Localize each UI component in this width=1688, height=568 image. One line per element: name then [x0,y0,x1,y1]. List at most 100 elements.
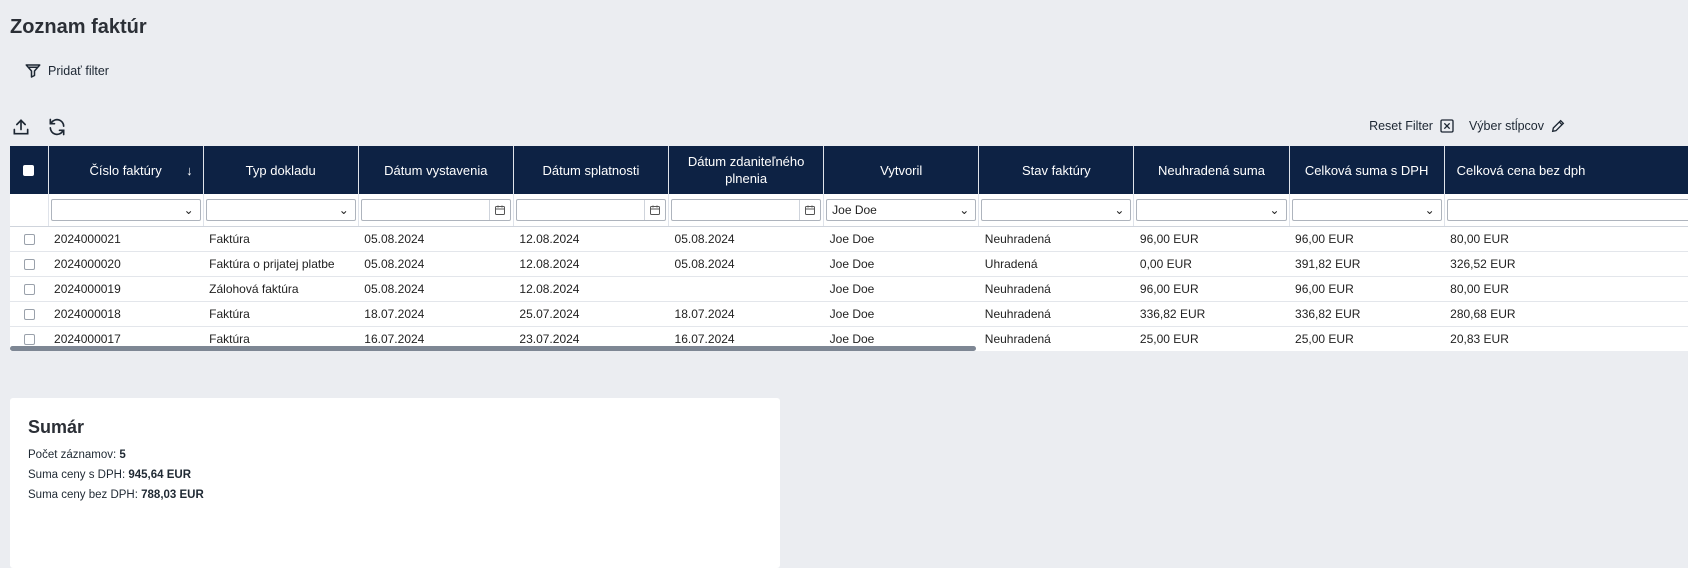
summary-total-with-vat: Suma ceny s DPH: 945,64 EUR [28,469,192,481]
cell-total-without-vat: 280,68 EUR [1444,301,1688,327]
column-header-unpaid-amount[interactable]: Neuhradená suma [1133,146,1290,194]
cell-due-date: 25.07.2024 [513,301,669,327]
cell-document-type: Faktúra [203,301,359,327]
cell-status: Neuhradená [978,276,1134,302]
row-checkbox[interactable] [23,258,35,270]
filter-document-type[interactable]: ⌄ [205,199,356,221]
cell-total-without-vat: 20,83 EUR [1444,326,1688,351]
cell-unpaid-amount: 336,82 EUR [1133,301,1290,327]
cell-issue-date: 18.07.2024 [358,301,514,327]
cell-total-without-vat: 80,00 EUR [1444,226,1688,252]
page-title: Zoznam faktúr [10,16,147,38]
upload-icon [13,119,29,135]
cell-due-date: 12.08.2024 [513,276,669,302]
cell-created-by: Joe Doe [823,226,979,252]
column-header-issue-date[interactable]: Dátum vystavenia [358,146,514,194]
column-header-status[interactable]: Stav faktúry [978,146,1135,194]
cell-document-type: Faktúra [203,226,359,252]
cell-status: Uhradená [978,251,1134,277]
filter-total-with-vat[interactable]: ⌄ [1291,199,1442,221]
chevron-down-icon: ⌄ [959,203,970,217]
chevron-down-icon: ⌄ [1114,203,1125,217]
filter-total-without-vat[interactable] [1446,199,1688,221]
cell-total-with-vat: 336,82 EUR [1289,301,1445,327]
cell-invoice-number: 2024000021 [48,226,204,252]
cell-taxable-date: 05.08.2024 [668,226,824,252]
filter-created-by[interactable]: Joe Doe ⌄ [826,199,977,221]
cell-total-with-vat: 25,00 EUR [1289,326,1445,351]
column-header-document-type[interactable]: Typ dokladu [203,146,359,194]
select-all-checkbox[interactable] [23,164,35,176]
cell-invoice-number: 2024000019 [48,276,204,302]
horizontal-scrollbar[interactable] [10,346,976,351]
cell-invoice-number: 2024000018 [48,301,204,327]
cell-unpaid-amount: 96,00 EUR [1133,276,1290,302]
filter-status[interactable]: ⌄ [981,199,1132,221]
cell-created-by: Joe Doe [823,251,979,277]
column-header-created-by[interactable]: Vytvoril [823,146,980,194]
summary-total-without-vat: Suma ceny bez DPH: 788,03 EUR [28,489,204,501]
column-select-button[interactable]: Výber stĺpcov [1469,118,1566,134]
cell-status: Neuhradená [978,326,1134,351]
cell-taxable-date [668,276,824,302]
filter-taxable-date[interactable] [671,199,822,221]
cell-document-type: Zálohová faktúra [203,276,359,302]
sort-down-icon[interactable]: ↓ [186,162,193,179]
filter-icon [25,64,41,78]
table-row[interactable]: 2024000019 Zálohová faktúra 05.08.2024 1… [10,276,1688,302]
summary-count: Počet záznamov: 5 [28,449,126,461]
invoice-grid: Číslo faktúry ↓ Typ dokladu Dátum vystave… [10,146,1688,351]
cell-due-date: 12.08.2024 [513,251,669,277]
chevron-down-icon: ⌄ [1269,203,1280,217]
pencil-icon [1551,119,1565,133]
filter-unpaid-amount[interactable]: ⌄ [1136,199,1287,221]
close-box-icon [1440,119,1454,133]
column-header-invoice-number[interactable]: Číslo faktúry ↓ [48,146,204,194]
cell-unpaid-amount: 0,00 EUR [1133,251,1290,277]
refresh-button[interactable] [46,116,68,138]
chevron-down-icon: ⌄ [338,203,349,217]
cell-document-type: Faktúra o prijatej platbe [203,251,359,277]
row-checkbox[interactable] [23,308,35,320]
chevron-down-icon: ⌄ [183,203,194,217]
cell-total-with-vat: 96,00 EUR [1289,226,1445,252]
cell-total-without-vat: 326,52 EUR [1444,251,1688,277]
row-checkbox[interactable] [23,233,35,245]
filter-due-date[interactable] [515,199,667,221]
cell-status: Neuhradená [978,301,1134,327]
row-checkbox[interactable] [23,283,35,295]
column-header-taxable-date[interactable]: Dátum zdaniteľného plnenia [668,146,825,194]
cell-issue-date: 05.08.2024 [358,276,514,302]
cell-invoice-number: 2024000020 [48,251,204,277]
summary-title: Sumár [28,417,85,437]
add-filter-button[interactable]: Pridať filter [24,62,109,80]
cell-status: Neuhradená [978,226,1134,252]
cell-issue-date: 05.08.2024 [358,251,514,277]
cell-total-without-vat: 80,00 EUR [1444,276,1688,302]
calendar-icon[interactable] [799,200,820,220]
column-header-due-date[interactable]: Dátum splatnosti [513,146,670,194]
table-row[interactable]: 2024000018 Faktúra 18.07.2024 25.07.2024… [10,301,1688,327]
reset-filter-button[interactable]: Reset Filter [1369,118,1455,134]
add-filter-label: Pridať filter [48,64,109,78]
export-button[interactable] [10,116,32,138]
row-checkbox[interactable] [23,333,35,345]
cell-issue-date: 05.08.2024 [358,226,514,252]
filter-issue-date[interactable] [360,199,511,221]
calendar-icon[interactable] [644,200,665,220]
filter-invoice-number[interactable]: ⌄ [50,199,201,221]
calendar-icon[interactable] [488,200,510,220]
column-header-total-without-vat[interactable]: Celková cena bez dph [1444,146,1688,194]
select-all-header[interactable] [10,146,49,194]
cell-taxable-date: 18.07.2024 [668,301,824,327]
table-row[interactable]: 2024000020 Faktúra o prijatej platbe 05.… [10,251,1688,277]
cell-due-date: 12.08.2024 [513,226,669,252]
summary-panel: Sumár Počet záznamov: 5 Suma ceny s DPH:… [10,398,780,568]
table-row[interactable]: 2024000021 Faktúra 05.08.2024 12.08.2024… [10,226,1688,252]
reset-filter-label: Reset Filter [1369,119,1433,133]
cell-total-with-vat: 391,82 EUR [1289,251,1445,277]
column-header-total-with-vat[interactable]: Celková suma s DPH [1289,146,1445,194]
cell-unpaid-amount: 96,00 EUR [1133,226,1290,252]
cell-created-by: Joe Doe [823,301,979,327]
filter-created-by-value: Joe Doe [832,203,877,217]
